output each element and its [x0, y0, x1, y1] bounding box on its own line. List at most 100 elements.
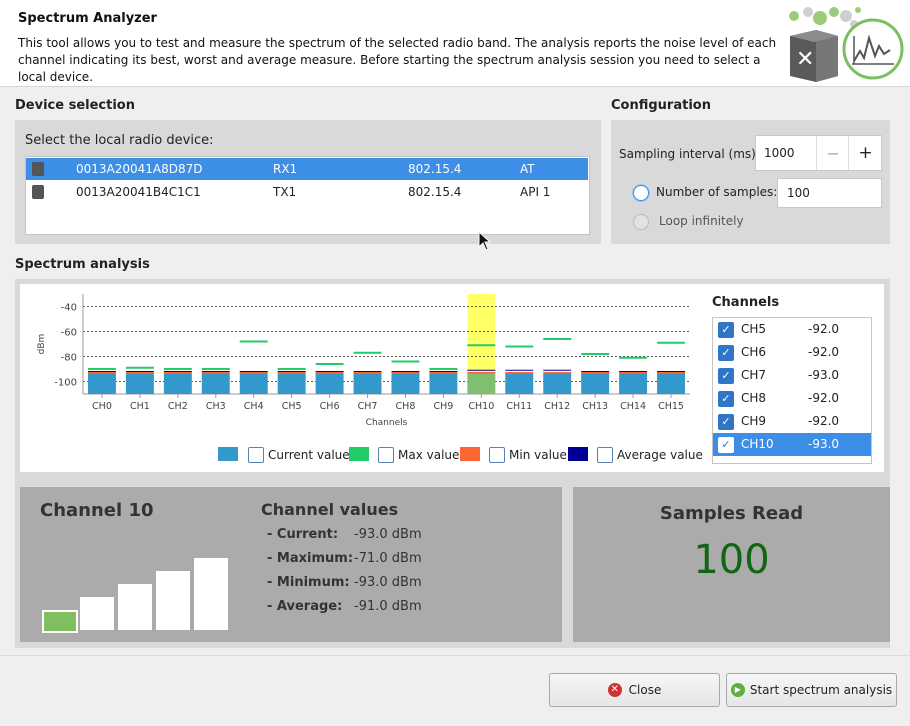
channel-list-item[interactable]: ✓ CH7 -93.0: [713, 364, 871, 387]
current-value-bar: [391, 371, 420, 394]
signal-bar-3: [118, 584, 152, 630]
y-tick-label: -100: [54, 378, 77, 389]
device-row[interactable]: 0013A20041A8D87D RX1 802.15.4 AT: [26, 158, 588, 180]
close-button[interactable]: ✕ Close: [549, 673, 720, 707]
channel-checkbox[interactable]: ✓: [718, 322, 734, 338]
mouse-cursor-icon: [478, 231, 492, 251]
device-role: TX1: [273, 185, 297, 199]
close-icon: ✕: [607, 683, 622, 697]
device-address: 0013A20041A8D87D: [76, 162, 203, 176]
y-tick-label: -80: [61, 353, 77, 364]
x-tick-label: CH9: [433, 401, 453, 412]
current-value-bar: [657, 372, 685, 394]
channel-name: CH7: [741, 368, 767, 382]
channel-checkbox[interactable]: ✓: [718, 437, 734, 453]
radio-device-icon: [32, 185, 44, 199]
channel-value: -92.0: [808, 414, 840, 428]
play-icon: ▶: [730, 683, 745, 697]
channel-detail-title: Channel 10: [40, 500, 154, 521]
number-of-samples-radio[interactable]: [633, 185, 649, 201]
channel-checkbox[interactable]: ✓: [718, 414, 734, 430]
number-of-samples-input[interactable]: 100: [777, 178, 882, 208]
channel-name: CH5: [741, 322, 767, 336]
average-row-value: -91.0 dBm: [354, 599, 422, 614]
channel-list-item[interactable]: ✓ CH6 -92.0: [713, 341, 871, 364]
channel-name: CH6: [741, 345, 767, 359]
decrement-button[interactable]: −: [816, 136, 849, 170]
average-row-label: - Average:: [267, 599, 343, 614]
x-tick-label: CH7: [358, 401, 378, 412]
start-spectrum-analysis-button[interactable]: ▶ Start spectrum analysis: [726, 673, 897, 707]
channel-checkbox[interactable]: ✓: [718, 368, 734, 384]
x-tick-label: CH12: [544, 401, 570, 412]
x-axis-label: Channels: [366, 418, 408, 428]
maximum-row-value: -71.0 dBm: [354, 551, 422, 566]
x-tick-label: CH13: [582, 401, 608, 412]
max-value-checkbox[interactable]: [378, 447, 394, 463]
channel-list-item[interactable]: ✓ CH9 -92.0: [713, 410, 871, 433]
x-tick-label: CH2: [168, 401, 188, 412]
y-axis-label: dBm: [37, 334, 47, 355]
min-legend-swatch: [460, 447, 480, 461]
average-value-checkbox[interactable]: [597, 447, 613, 463]
channel-value: -93.0: [808, 437, 840, 451]
radio-device-icon: [32, 162, 44, 176]
x-tick-label: CH14: [620, 401, 646, 412]
current-value-bar: [125, 372, 154, 394]
device-mode: AT: [520, 162, 535, 176]
start-button-label: Start spectrum analysis: [749, 683, 893, 697]
spectrum-chart: -40 -60 -80 -100 dBm CH0 CH1 CH2 CH3 CH4 CH5 CH6 CH7…: [37, 294, 690, 428]
sampling-interval-label: Sampling interval (ms):: [619, 147, 760, 161]
channel-value: -92.0: [808, 391, 840, 405]
current-value-bar: [467, 372, 496, 394]
max-value-label: Max value: [398, 448, 460, 462]
y-tick-label: -40: [61, 303, 77, 314]
channel-list-item[interactable]: ✓ CH8 -92.0: [713, 387, 871, 410]
channel-list-item[interactable]: ✓ CH10 -93.0: [713, 433, 871, 456]
x-tick-label: CH0: [92, 401, 112, 412]
x-tick-label: CH5: [282, 401, 302, 412]
svg-text:✕: ✕: [796, 47, 814, 72]
spectrum-analysis-title: Spectrum analysis: [15, 257, 150, 272]
number-of-samples-value[interactable]: 100: [787, 186, 810, 200]
page-description: This tool allows you to test and measure…: [18, 36, 777, 84]
spectrum-analysis-panel: -40 -60 -80 -100 dBm CH0 CH1 CH2 CH3 CH4 CH5 CH6 CH7…: [15, 279, 890, 648]
device-list[interactable]: 0013A20041A8D87D RX1 802.15.4 AT 0013A20…: [25, 156, 590, 235]
channel-values-title: Channel values: [261, 500, 399, 519]
x-tick-label: CH11: [506, 401, 532, 412]
device-row[interactable]: 0013A20041B4C1C1 TX1 802.15.4 API 1: [26, 181, 588, 203]
sampling-interval-input[interactable]: 1000: [764, 146, 795, 160]
signal-bar-1: [42, 610, 78, 633]
channel-checkbox[interactable]: ✓: [718, 391, 734, 407]
loop-infinitely-radio[interactable]: [633, 214, 649, 230]
channel-checkbox[interactable]: ✓: [718, 345, 734, 361]
maximum-row-label: - Maximum:: [267, 551, 354, 566]
minimum-row-label: - Minimum:: [267, 575, 350, 590]
min-value-checkbox[interactable]: [489, 447, 505, 463]
spectrum-analyzer-logo-icon: ✕: [789, 7, 904, 82]
increment-button[interactable]: +: [848, 136, 882, 170]
footer: ✕ Close ▶ Start spectrum analysis: [0, 655, 910, 726]
sampling-interval-stepper[interactable]: 1000 − +: [755, 135, 882, 171]
x-tick-label: CH8: [396, 401, 416, 412]
current-value-bar: [429, 371, 458, 394]
signal-bar-5: [194, 558, 228, 630]
current-value-bar: [619, 372, 648, 394]
chart-area: -40 -60 -80 -100 dBm CH0 CH1 CH2 CH3 CH4 CH5 CH6 CH7…: [20, 284, 884, 472]
close-button-label: Close: [628, 683, 662, 697]
channel-value: -92.0: [808, 345, 840, 359]
channels-list[interactable]: ✓ CH5 -92.0 ✓ CH6 -92.0 ✓ CH7 -93.0 ✓ CH8 -92.0 ✓ CH9…: [712, 317, 872, 464]
samples-read-panel: Samples Read 100: [573, 487, 890, 642]
current-value-bar: [581, 372, 610, 394]
channel-name: CH8: [741, 391, 767, 405]
samples-read-title: Samples Read: [659, 503, 804, 524]
channels-title: Channels: [712, 295, 780, 310]
current-value-bar: [505, 372, 534, 394]
current-value-checkbox[interactable]: [248, 447, 264, 463]
channel-list-item[interactable]: ✓ CH5 -92.0: [713, 318, 871, 341]
current-row-value: -93.0 dBm: [354, 527, 422, 542]
x-tick-label: CH10: [468, 401, 494, 412]
current-legend-swatch: [218, 447, 238, 461]
current-value-bar: [239, 372, 268, 394]
current-value-bar: [163, 372, 192, 394]
